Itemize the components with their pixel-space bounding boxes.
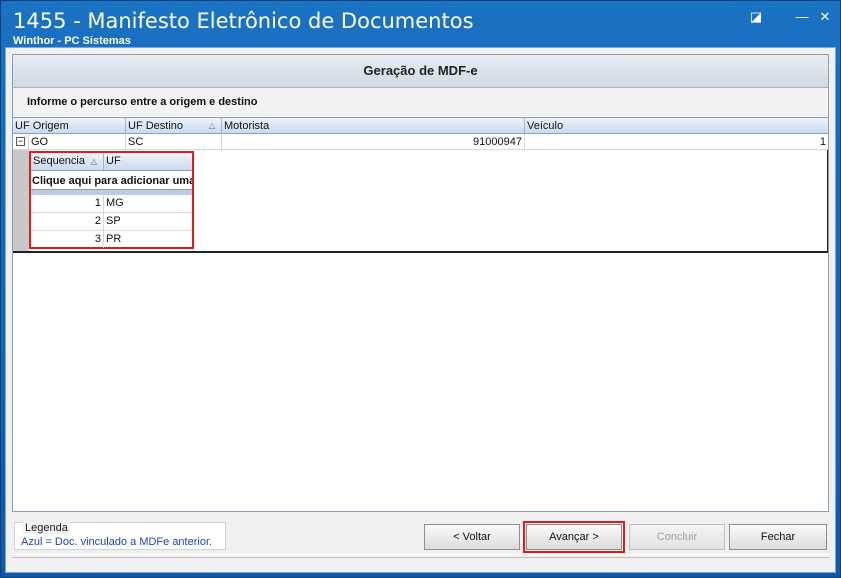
route-grid: UF Origem UF Destino △ Motorista Veículo… [13, 117, 828, 253]
cell-motorista[interactable]: 91000947 [222, 134, 525, 150]
close-button[interactable]: Fechar [729, 524, 827, 550]
subgrid-header: Sequencia △ UF [31, 153, 192, 171]
detail-indent [13, 150, 29, 251]
add-new-row[interactable]: Clique aqui para adicionar uma nova linh… [31, 172, 192, 190]
mdfe-panel: Geração de MDF-e Informe o percurso entr… [12, 54, 829, 512]
restore-icon[interactable]: ◪ [747, 9, 765, 25]
column-header-uf[interactable]: UF [104, 153, 192, 170]
panel-header: Geração de MDF-e [13, 55, 828, 88]
legend-title: Legenda [23, 522, 70, 534]
cell-veiculo[interactable]: 1 [525, 134, 828, 150]
sequence-cell[interactable]: 1 [31, 195, 104, 212]
column-header-label: UF Destino [128, 120, 184, 132]
legend-text: Azul = Doc. vinculado a MDFe anterior. [21, 536, 213, 548]
cell-uf-origem[interactable]: GO [29, 134, 126, 150]
column-header-uf-origem[interactable]: UF Origem [13, 118, 126, 134]
table-row[interactable]: − GO SC 91000947 1 [13, 134, 828, 150]
next-button[interactable]: Avançar > [523, 521, 625, 553]
route-sequence-grid: Sequencia △ UF Clique aqui para adiciona… [29, 151, 194, 249]
column-header-uf-destino[interactable]: UF Destino △ [126, 118, 222, 134]
column-header-sequencia[interactable]: Sequencia △ [31, 153, 104, 170]
sequence-cell[interactable]: 2 [31, 213, 104, 230]
uf-cell[interactable]: SP [104, 213, 192, 230]
finish-button[interactable]: Concluir [629, 524, 725, 550]
application-window: 1455 - Manifesto Eletrônico de Documento… [0, 0, 841, 578]
collapse-icon[interactable]: − [16, 137, 25, 146]
window-title: 1455 - Manifesto Eletrônico de Documento… [13, 9, 474, 33]
sort-ascending-icon: △ [208, 121, 215, 130]
uf-cell[interactable]: MG [104, 195, 192, 212]
column-header-veiculo[interactable]: Veículo [525, 118, 828, 134]
footer: Legenda Azul = Doc. vinculado a MDFe ant… [12, 516, 829, 553]
grid-header: UF Origem UF Destino △ Motorista Veículo [13, 117, 828, 134]
row-expander-cell[interactable]: − [13, 134, 29, 150]
title-bar[interactable]: 1455 - Manifesto Eletrônico de Documento… [1, 1, 840, 51]
column-header-motorista[interactable]: Motorista [222, 118, 525, 134]
close-icon[interactable]: ✕ [816, 9, 834, 25]
list-item[interactable]: 2 SP [31, 213, 192, 231]
column-header-label: Sequencia [33, 155, 85, 167]
detail-area: Sequencia △ UF Clique aqui para adiciona… [13, 150, 828, 253]
legend-box: Legenda Azul = Doc. vinculado a MDFe ant… [14, 522, 226, 550]
status-bar-divider [12, 557, 829, 570]
back-button[interactable]: < Voltar [424, 524, 520, 550]
window-subtitle: Winthor - PC Sistemas [13, 35, 131, 47]
minimize-icon[interactable]: — [793, 9, 811, 25]
sort-ascending-icon: △ [90, 157, 97, 166]
instruction-text: Informe o percurso entre a origem e dest… [13, 88, 828, 116]
sequence-cell[interactable]: 3 [31, 231, 104, 248]
status-bar [12, 554, 829, 571]
list-item[interactable]: 3 PR [31, 231, 192, 249]
uf-cell[interactable]: PR [104, 231, 192, 248]
client-area: Geração de MDF-e Informe o percurso entr… [5, 47, 836, 573]
cell-uf-destino[interactable]: SC [126, 134, 222, 150]
list-item[interactable]: 1 MG [31, 195, 192, 213]
